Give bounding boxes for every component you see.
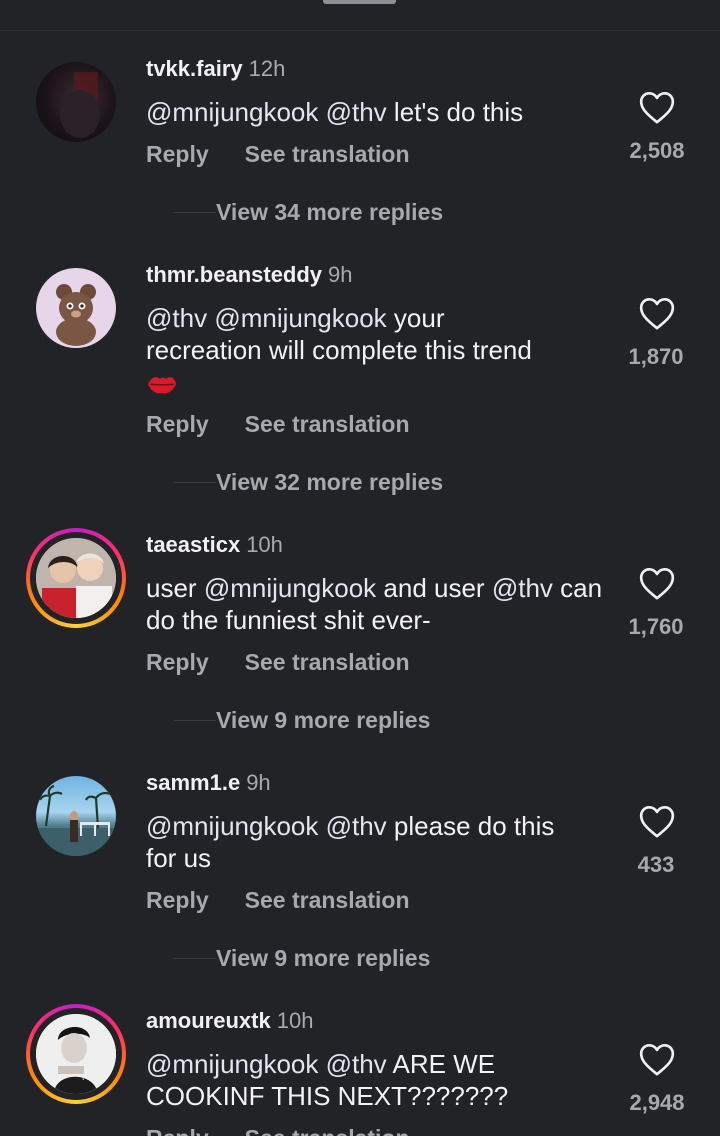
divider <box>174 958 216 959</box>
like-count: 2,948 <box>629 1090 685 1115</box>
username[interactable]: amoureuxtk <box>146 1008 271 1033</box>
like-count: 1,870 <box>628 344 684 369</box>
mention-link[interactable]: @thv <box>326 97 387 127</box>
reply-button[interactable]: Reply <box>146 887 209 914</box>
comment-header: thmr.beansteddy 9h <box>146 262 353 288</box>
comment-header: samm1.e 9h <box>146 770 271 796</box>
reply-button[interactable]: Reply <box>146 1125 209 1136</box>
comment-body: and user <box>376 573 492 603</box>
heart-outline-icon[interactable] <box>637 564 677 604</box>
divider <box>174 212 216 213</box>
comment-actions: Reply See translation <box>146 1125 410 1136</box>
heart-outline-icon[interactable] <box>637 1040 677 1080</box>
comment-header: tvkk.fairy 12h <box>146 56 285 82</box>
comment-text: @thv @mnijungkook your recreation will c… <box>146 302 546 398</box>
avatar[interactable] <box>36 776 116 856</box>
timestamp: 10h <box>276 1008 314 1033</box>
reply-button[interactable]: Reply <box>146 649 209 676</box>
view-more-replies[interactable]: View 9 more replies <box>146 943 626 973</box>
mention-link[interactable]: @thv <box>492 573 553 603</box>
comment-actions: Reply See translation <box>146 411 410 438</box>
mention-link[interactable]: @mnijungkook <box>146 97 318 127</box>
timestamp: 12h <box>248 56 286 81</box>
username[interactable]: tvkk.fairy <box>146 56 243 81</box>
comment-body: user <box>146 573 204 603</box>
like-count: 2,508 <box>629 138 685 163</box>
username[interactable]: samm1.e <box>146 770 240 795</box>
comment-actions: Reply See translation <box>146 887 410 914</box>
divider <box>174 482 216 483</box>
username[interactable]: thmr.beansteddy <box>146 262 322 287</box>
like-count: 1,760 <box>628 614 684 639</box>
comment-text: @mnijungkook @thv let's do this <box>146 96 606 128</box>
view-more-replies-label[interactable]: View 34 more replies <box>216 197 443 227</box>
avatar[interactable] <box>36 62 116 142</box>
comment-body: let's do this <box>386 97 524 127</box>
avatar-image <box>36 538 116 618</box>
reply-button[interactable]: Reply <box>146 411 209 438</box>
mention-link[interactable]: @mnijungkook <box>146 811 318 841</box>
see-translation-button[interactable]: See translation <box>245 1125 410 1136</box>
bear-avatar-image <box>56 284 96 346</box>
avatar-image <box>36 784 116 856</box>
story-ring[interactable] <box>26 528 126 628</box>
heart-outline-icon[interactable] <box>637 294 677 334</box>
timestamp: 10h <box>246 532 283 557</box>
mention-link[interactable]: @mnijungkook <box>146 1049 318 1079</box>
like-count: 433 <box>637 852 675 877</box>
heart-outline-icon[interactable] <box>637 802 677 842</box>
view-more-replies[interactable]: View 34 more replies <box>146 197 626 227</box>
story-ring[interactable]: I N <box>26 1004 126 1104</box>
view-more-replies-label[interactable]: View 9 more replies <box>216 705 430 735</box>
username[interactable]: taeasticx <box>146 532 240 557</box>
see-translation-button[interactable]: See translation <box>245 887 410 914</box>
mention-link[interactable]: @mnijungkook <box>204 573 376 603</box>
comment-text: user @mnijungkook and user @thv can do t… <box>146 572 616 636</box>
comment-actions: Reply See translation <box>146 141 410 168</box>
view-more-replies-label[interactable]: View 32 more replies <box>216 467 443 497</box>
avatar[interactable] <box>36 268 116 348</box>
view-more-replies[interactable]: View 32 more replies <box>146 467 626 497</box>
reply-button[interactable]: Reply <box>146 141 209 168</box>
avatar: I N <box>36 1014 116 1094</box>
comment-actions: Reply See translation <box>146 649 410 676</box>
timestamp: 9h <box>328 262 353 287</box>
see-translation-button[interactable]: See translation <box>245 411 410 438</box>
comment-text: @mnijungkook @thv ARE WE COOKINF THIS NE… <box>146 1048 566 1112</box>
comments-sheet: tvkk.fairy 12h @mnijungkook @thv let's do… <box>0 0 720 1136</box>
avatar-image: I N <box>36 1014 116 1094</box>
comment: tvkk.fairy 12h @mnijungkook @thv let's do… <box>0 0 720 240</box>
avatar-image <box>60 72 100 138</box>
comment-header: taeasticx 10h <box>146 532 283 558</box>
view-more-replies[interactable]: View 9 more replies <box>146 705 626 735</box>
see-translation-button[interactable]: See translation <box>245 141 410 168</box>
view-more-replies-label[interactable]: View 9 more replies <box>216 943 430 973</box>
kiss-mark-icon <box>148 377 176 394</box>
mention-link[interactable]: @thv <box>326 811 387 841</box>
timestamp: 9h <box>246 770 271 795</box>
avatar <box>36 538 116 618</box>
mention-link[interactable]: @thv <box>146 303 207 333</box>
see-translation-button[interactable]: See translation <box>245 649 410 676</box>
comment-text: @mnijungkook @thv please do this for us <box>146 810 566 874</box>
comment-header: amoureuxtk 10h <box>146 1008 313 1034</box>
mention-link[interactable]: @mnijungkook <box>214 303 386 333</box>
mention-link[interactable]: @thv <box>326 1049 387 1079</box>
svg-text:I N: I N <box>82 1073 93 1082</box>
heart-outline-icon[interactable] <box>637 88 677 128</box>
divider <box>174 720 216 721</box>
